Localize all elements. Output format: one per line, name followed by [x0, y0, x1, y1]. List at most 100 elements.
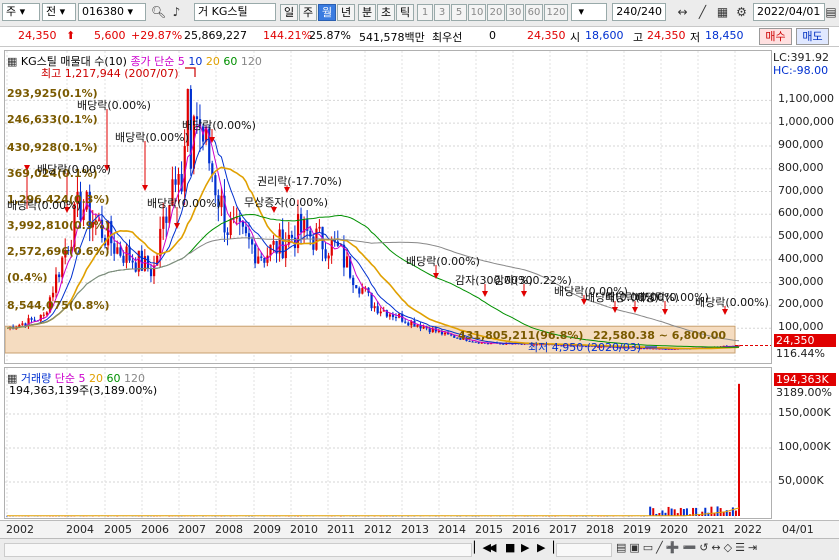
interval-120[interactable]: 120: [544, 4, 568, 21]
zoom-track[interactable]: [556, 543, 612, 557]
candle-down: [241, 221, 245, 227]
x-axis-year: 2002: [6, 523, 34, 536]
candle-up: [45, 312, 49, 315]
candle-down: [174, 179, 177, 185]
candle-down: [146, 256, 150, 269]
tab-second[interactable]: 초: [377, 4, 395, 21]
y-axis[interactable]: LC:391.92 HC:-98.00 100,000 200,000 300,00…: [772, 50, 839, 520]
interval-1[interactable]: 1: [417, 4, 433, 21]
hc-label: HC:-98.00: [773, 64, 829, 77]
chart-type-select[interactable]: 주 ▾: [2, 3, 40, 21]
candle-down: [352, 277, 355, 286]
tab-year[interactable]: 년: [337, 4, 355, 21]
toolbar: 주 ▾ 전 ▾ 016380 ▾ 🔍︎ ♪ 거 KG스틸 일 주 월 년 분 초…: [0, 0, 839, 27]
volume-current: 194,363,139주(3,189.00%): [9, 384, 158, 397]
ask-price: 24,350: [527, 29, 566, 42]
x-axis-year: 2012: [364, 523, 392, 536]
price-y-tick: 700,000: [778, 183, 824, 197]
stop-icon[interactable]: ■: [505, 541, 515, 554]
custom-interval-input[interactable]: ▾: [571, 3, 607, 21]
event-label: 배당락(0.00%): [37, 163, 111, 176]
last-price-percent: 116.44%: [776, 347, 825, 360]
x-axis-year: 2019: [623, 523, 651, 536]
event-arrow-head: [632, 307, 638, 313]
draw-icon[interactable]: ╱: [694, 4, 711, 21]
tab-tick[interactable]: 틱: [396, 4, 414, 21]
zoom-tools[interactable]: ▤▣▭╱➕➖↺↔◇☰⇥: [616, 541, 760, 554]
sell-button[interactable]: 매도: [796, 28, 829, 45]
price-chart[interactable]: ▦ KG스틸 매물대 수(10) 종가 단순 5 10 20 60 120 29…: [4, 50, 772, 364]
interval-3[interactable]: 3: [434, 4, 450, 21]
candle-down: [358, 288, 361, 294]
settings-icon[interactable]: ▦: [7, 55, 17, 68]
buy-button[interactable]: 매수: [759, 28, 792, 45]
volume-profile-label: 246,633(0.1%): [7, 113, 98, 126]
volume-bar: [649, 506, 652, 516]
candle-down: [251, 239, 254, 245]
volume-profile-label: 3,992,810(0.9%): [7, 219, 110, 232]
next-icon[interactable]: ▶: [521, 541, 529, 554]
interval-5[interactable]: 5: [451, 4, 467, 21]
event-arrow-head: [142, 185, 148, 191]
event-label: 배당락(0.00%): [406, 255, 480, 268]
speaker-icon[interactable]: ♪: [168, 4, 185, 21]
volume-bar: [713, 513, 716, 516]
candle-down: [122, 255, 125, 263]
x-axis-year: 2013: [401, 523, 429, 536]
candle-up: [443, 332, 447, 335]
stock-name-input[interactable]: 거 KG스틸: [194, 3, 276, 21]
volume-bar: [667, 506, 670, 516]
chart-scrollbar[interactable]: ▏◀ ◀ ■ ▶ ▶▕ ▤▣▭╱➕➖↺↔◇☰⇥: [0, 538, 839, 560]
indicator-icon[interactable]: ↔: [674, 4, 691, 21]
gear-icon[interactable]: ⚙: [733, 4, 750, 21]
candle-down: [376, 306, 379, 314]
prev-icon[interactable]: ◀: [488, 541, 496, 554]
tab-day[interactable]: 일: [280, 4, 298, 21]
x-axis-year: 2006: [141, 523, 169, 536]
candle-down: [226, 232, 229, 236]
x-axis-year: 2017: [549, 523, 577, 536]
interval-60[interactable]: 60: [525, 4, 543, 21]
candle-up: [55, 274, 58, 293]
candle-down: [263, 257, 266, 263]
volume-chart[interactable]: ▦ 거래량 단순 5 20 60 120 194,363,139주(3,189.…: [4, 367, 772, 519]
volume-last-tag: 194,363K: [774, 373, 836, 386]
grid-icon[interactable]: ▦: [714, 4, 731, 21]
bar-count-input[interactable]: 240/240: [612, 3, 666, 21]
tab-minute[interactable]: 분: [358, 4, 376, 21]
low-label: 저: [690, 31, 701, 44]
x-axis-year: 2005: [104, 523, 132, 536]
change-percent: +29.87%: [131, 29, 183, 42]
lc-label: LC:391.92: [773, 51, 830, 64]
x-axis-right-label: 04/01: [782, 523, 814, 536]
last-icon[interactable]: ▶▕: [537, 541, 554, 554]
volume-bar: [670, 508, 673, 516]
date-input[interactable]: 2022/04/01: [753, 3, 825, 21]
x-axis-year: 2015: [475, 523, 503, 536]
interval-30[interactable]: 30: [506, 4, 524, 21]
ma10-legend: 10: [188, 55, 203, 68]
volume-value: 25,869,227: [184, 29, 247, 42]
candle-up: [327, 255, 330, 259]
tab-month[interactable]: 월: [318, 4, 336, 21]
trade-amount: 541,578백만: [359, 31, 425, 44]
calendar-icon[interactable]: ▤: [824, 4, 838, 21]
scroll-track[interactable]: [4, 543, 472, 557]
candle-down: [290, 234, 294, 238]
tab-week[interactable]: 주: [299, 4, 317, 21]
market-select[interactable]: 전 ▾: [42, 3, 76, 21]
candle-up: [318, 226, 321, 229]
price-y-tick: 900,000: [778, 137, 824, 151]
candle-down: [165, 216, 168, 223]
change-value: 5,600: [94, 29, 126, 42]
interval-20[interactable]: 20: [487, 4, 505, 21]
event-arrow-head: [521, 291, 527, 297]
interval-10[interactable]: 10: [468, 4, 486, 21]
stock-code-input[interactable]: 016380 ▾: [78, 3, 146, 21]
event-label: 배당락(0.00%): [695, 296, 769, 309]
x-axis-year: 2011: [327, 523, 355, 536]
candle-up: [416, 325, 419, 327]
search-icon[interactable]: 🔍︎: [150, 4, 167, 21]
candle-up: [159, 228, 162, 256]
x-axis-year: 2020: [660, 523, 688, 536]
